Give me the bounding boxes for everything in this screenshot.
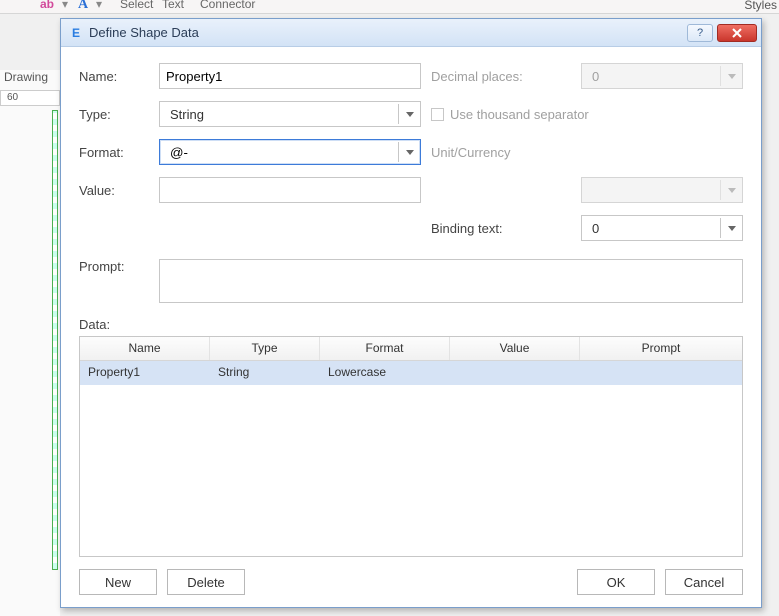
decimal-label: Decimal places: — [431, 69, 571, 84]
app-icon: E — [69, 26, 83, 40]
binding-value: 0 — [588, 221, 720, 236]
toolbar-connector: Connector — [200, 0, 255, 11]
prompt-label: Prompt: — [79, 259, 149, 274]
chevron-down-icon — [720, 180, 742, 200]
chevron-down-icon — [720, 66, 742, 86]
chevron-down-icon — [720, 218, 742, 238]
type-combo[interactable]: String — [159, 101, 421, 127]
cell-name: Property1 — [80, 361, 210, 385]
type-value: String — [166, 107, 398, 122]
format-input[interactable] — [166, 141, 398, 163]
ruler-value: 60 — [7, 92, 18, 103]
col-value: Value — [450, 337, 580, 360]
thousand-separator-checkbox: Use thousand separator — [431, 107, 743, 122]
chevron-down-icon[interactable] — [398, 142, 420, 162]
data-table-header: Name Type Format Value Prompt — [80, 337, 742, 361]
value-input[interactable] — [159, 177, 421, 203]
decimal-value: 0 — [588, 69, 720, 84]
close-button[interactable] — [717, 24, 757, 42]
col-name: Name — [80, 337, 210, 360]
col-type: Type — [210, 337, 320, 360]
background-toolbar: ab ▾ A ▾ Select Text Connector — [0, 0, 779, 14]
dialog-body: Name: Decimal places: 0 Type: String Use… — [61, 47, 761, 607]
font-a-icon: A — [78, 0, 88, 13]
checkbox-box — [431, 108, 444, 121]
define-shape-data-dialog: E Define Shape Data ? Name: Decimal plac… — [60, 18, 762, 608]
close-icon — [731, 28, 743, 38]
name-label: Name: — [79, 69, 149, 84]
background-ruler: 60 — [0, 90, 60, 106]
name-input[interactable] — [159, 63, 421, 89]
dialog-title: Define Shape Data — [89, 25, 683, 40]
prompt-row: Prompt: — [79, 259, 743, 303]
value-label: Value: — [79, 183, 149, 198]
toolbar-select: Select — [120, 0, 153, 11]
dialog-footer: New Delete OK Cancel — [79, 569, 743, 595]
unit-combo — [581, 177, 743, 203]
background-page-edge — [52, 110, 58, 570]
data-table[interactable]: Name Type Format Value Prompt Property1S… — [79, 336, 743, 557]
new-button[interactable]: New — [79, 569, 157, 595]
cell-prompt — [580, 361, 742, 385]
chevron-down-icon — [398, 104, 420, 124]
background-drawing-label: Drawing — [4, 70, 48, 84]
col-prompt: Prompt — [580, 337, 742, 360]
form-grid: Name: Decimal places: 0 Type: String Use… — [79, 63, 743, 241]
chevron-down-icon: ▾ — [62, 0, 68, 11]
ok-button[interactable]: OK — [577, 569, 655, 595]
format-label: Format: — [79, 145, 149, 160]
type-label: Type: — [79, 107, 149, 122]
cell-format: Lowercase — [320, 361, 450, 385]
delete-button[interactable]: Delete — [167, 569, 245, 595]
dialog-titlebar: E Define Shape Data ? — [61, 19, 761, 47]
binding-combo[interactable]: 0 — [581, 215, 743, 241]
col-format: Format — [320, 337, 450, 360]
data-table-body: Property1StringLowercase — [80, 361, 742, 385]
format-combo[interactable] — [159, 139, 421, 165]
cancel-button[interactable]: Cancel — [665, 569, 743, 595]
help-button[interactable]: ? — [687, 24, 713, 42]
data-section-label: Data: — [79, 317, 743, 332]
cell-type: String — [210, 361, 320, 385]
background-styles-label: Styles — [744, 0, 777, 12]
toolbar-text: Text — [162, 0, 184, 11]
prompt-input[interactable] — [159, 259, 743, 303]
table-row[interactable]: Property1StringLowercase — [80, 361, 742, 385]
cell-value — [450, 361, 580, 385]
unit-label: Unit/Currency — [431, 145, 743, 160]
binding-label: Binding text: — [431, 221, 571, 236]
decimal-combo: 0 — [581, 63, 743, 89]
toolbar-ab-icon: ab — [40, 0, 54, 11]
thousand-separator-label: Use thousand separator — [450, 107, 589, 122]
chevron-down-icon: ▾ — [96, 0, 102, 11]
background-side-panel: Drawing — [0, 70, 60, 616]
